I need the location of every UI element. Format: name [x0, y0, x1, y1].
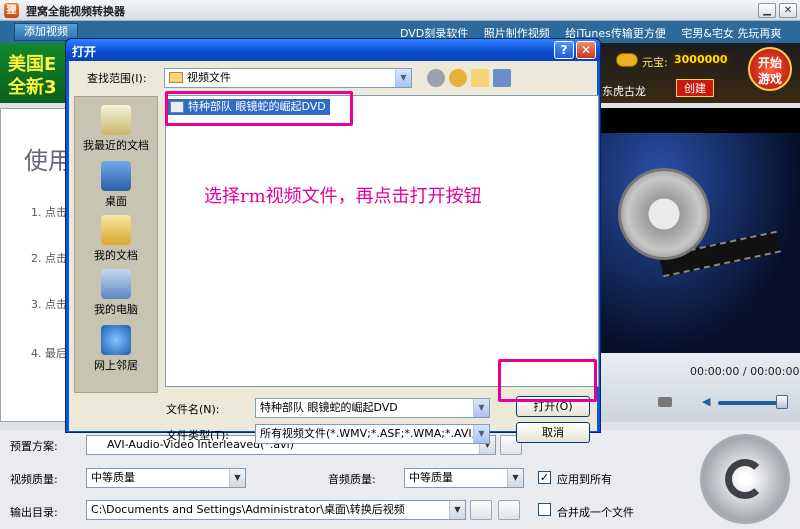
ad-start-game-button[interactable]: 开始 游戏: [748, 47, 792, 91]
look-in-select[interactable]: 视频文件 ▼: [164, 68, 412, 88]
step-3: 3. 点击: [31, 298, 67, 311]
chevron-down-icon[interactable]: ▼: [507, 469, 523, 487]
volume-slider-handle[interactable]: [776, 395, 788, 409]
step-1: 1. 点击: [31, 206, 67, 219]
app-logo-icon: 狸: [4, 3, 19, 18]
output-dir-label: 输出目录:: [10, 506, 58, 519]
app-titlebar: 狸 狸窝全能视频转换器 ▁ ✕: [0, 0, 800, 21]
apply-all-label: 应用到所有: [557, 473, 612, 486]
look-in-label: 查找范围(I):: [87, 72, 147, 85]
place-network-label: 网上邻居: [94, 359, 138, 372]
output-dir-select[interactable]: C:\Documents and Settings\Administrator\…: [86, 500, 466, 520]
annotation-highlight-open-button: [498, 359, 597, 402]
camera-icon[interactable]: [658, 397, 672, 407]
dialog-titlebar[interactable]: 打开 ? ✕: [66, 39, 600, 61]
ad-right-text: 东虎古龙: [602, 85, 646, 98]
step-2: 2. 点击: [31, 252, 67, 265]
video-quality-label: 视频质量:: [10, 473, 58, 486]
filetype-label: 文件类型(T):: [166, 429, 230, 442]
time-readout: 00:00:00 / 00:00:00: [690, 365, 800, 378]
audio-quality-select[interactable]: 中等质量 ▼: [404, 468, 524, 488]
new-folder-icon[interactable]: [471, 69, 489, 87]
chevron-down-icon[interactable]: ▼: [449, 501, 465, 519]
place-recent-label: 我最近的文档: [83, 139, 149, 152]
ad-banner-right[interactable]: 元宝: 3000000 东虎古龙 创建 开始 游戏: [600, 43, 800, 103]
filetype-value: 所有视频文件(*.WMV;*.ASF;*.WMA;*.AVI;: [260, 427, 476, 440]
help-button[interactable]: ?: [554, 41, 574, 59]
browse-folder-icon[interactable]: [498, 500, 520, 520]
dialog-title: 打开: [72, 45, 97, 59]
audio-quality-value: 中等质量: [409, 471, 453, 484]
step-4: 4. 最后: [31, 347, 67, 360]
minimize-button[interactable]: ▁: [758, 3, 776, 18]
ad-left-line2: 全新3: [8, 77, 57, 98]
view-menu-icon[interactable]: [493, 69, 511, 87]
preview-screen: [600, 133, 800, 353]
chevron-down-icon[interactable]: ▼: [473, 399, 489, 417]
film-reel-icon: [618, 168, 710, 260]
merge-files-label: 合并成一个文件: [557, 506, 634, 519]
apply-all-checkbox[interactable]: ✓: [538, 471, 551, 484]
app-title: 狸窝全能视频转换器: [26, 5, 125, 18]
filename-label: 文件名(N):: [166, 403, 220, 416]
dialog-close-button[interactable]: ✕: [576, 41, 596, 59]
gold-ingot-icon: [616, 53, 638, 67]
chevron-down-icon[interactable]: ▼: [229, 469, 245, 487]
video-quality-select[interactable]: 中等质量 ▼: [86, 468, 246, 488]
open-folder-icon[interactable]: [470, 500, 492, 520]
place-my-computer-label: 我的电脑: [94, 303, 138, 316]
app-close-button[interactable]: ✕: [779, 3, 797, 18]
chevron-down-icon[interactable]: ▼: [473, 425, 489, 443]
place-my-documents-label: 我的文档: [94, 249, 138, 262]
cancel-button[interactable]: 取消: [516, 422, 590, 443]
volume-icon[interactable]: ◀: [702, 396, 714, 408]
ad-bao-label: 元宝:: [642, 56, 668, 69]
place-desktop-label: 桌面: [105, 195, 127, 208]
output-settings: 预置方案: AVI-Audio-Video Interleaved(*.avi)…: [0, 430, 800, 529]
places-bar: 我最近的文档 桌面 我的文档 我的电脑 网上邻居: [74, 96, 158, 393]
audio-quality-label: 音频质量:: [328, 473, 376, 486]
up-folder-icon[interactable]: [449, 69, 467, 87]
my-computer-icon: [101, 269, 131, 299]
ad-create-button[interactable]: 创建: [676, 79, 714, 97]
place-network[interactable]: 网上邻居: [75, 325, 157, 373]
preview-pane: 00:00:00 / 00:00:00 ◀: [600, 108, 800, 422]
preset-label: 预置方案:: [10, 440, 58, 453]
ad-banner-left[interactable]: 美国E 全新3: [0, 43, 70, 103]
annotation-text: 选择rm视频文件，再点击打开按钮: [204, 186, 482, 207]
place-recent[interactable]: 我最近的文档: [75, 105, 157, 153]
merge-files-checkbox[interactable]: [538, 503, 551, 516]
convert-arrow-icon: [725, 459, 765, 499]
annotation-highlight-file: [165, 91, 353, 126]
video-quality-value: 中等质量: [91, 471, 135, 484]
filename-value: 特种部队 眼镜蛇的崛起DVD: [260, 401, 398, 414]
place-desktop[interactable]: 桌面: [75, 161, 157, 209]
folder-icon: [169, 72, 183, 83]
preview-controls: 00:00:00 / 00:00:00 ◀: [600, 353, 800, 422]
chevron-down-icon[interactable]: ▼: [395, 69, 411, 87]
link-game[interactable]: 宅男&宅女 先玩再爽: [681, 27, 781, 40]
place-my-documents[interactable]: 我的文档: [75, 215, 157, 263]
network-icon: [101, 325, 131, 355]
back-icon[interactable]: [427, 69, 445, 87]
filename-input[interactable]: 特种部队 眼镜蛇的崛起DVD ▼: [255, 398, 490, 418]
place-my-computer[interactable]: 我的电脑: [75, 269, 157, 317]
my-documents-icon: [101, 215, 131, 245]
ad-bao-value: 3000000: [672, 53, 730, 66]
filetype-select[interactable]: 所有视频文件(*.WMV;*.ASF;*.WMA;*.AVI; ▼: [255, 424, 490, 444]
desktop-icon: [101, 161, 131, 191]
output-dir-value: C:\Documents and Settings\Administrator\…: [91, 503, 405, 516]
look-in-value: 视频文件: [187, 71, 231, 84]
file-list[interactable]: 特种部队 眼镜蛇的崛起DVD: [165, 95, 599, 387]
convert-button[interactable]: [700, 434, 790, 524]
recent-documents-icon: [101, 105, 131, 135]
